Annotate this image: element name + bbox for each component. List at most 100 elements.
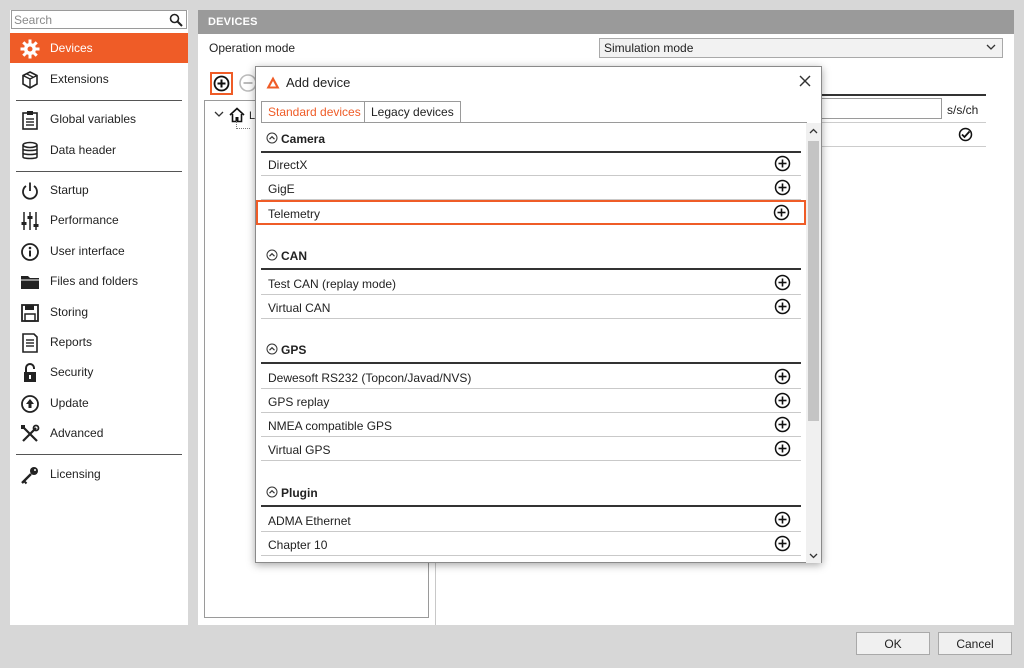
tab-standard-devices[interactable]: Standard devices bbox=[261, 101, 368, 123]
section-header-plugin[interactable]: Plugin bbox=[261, 480, 801, 507]
cube-icon bbox=[22, 71, 38, 89]
search-box[interactable] bbox=[11, 10, 187, 29]
sidebar-item-user-interface[interactable]: User interface bbox=[10, 236, 188, 266]
device-row-gps-replay[interactable]: GPS replay bbox=[261, 389, 801, 413]
add-circle-icon[interactable] bbox=[774, 535, 791, 552]
close-icon[interactable] bbox=[797, 73, 813, 89]
power-icon bbox=[22, 182, 38, 200]
add-circle-icon[interactable] bbox=[774, 298, 791, 315]
sidebar-item-data-header[interactable]: Data header bbox=[10, 135, 188, 165]
sidebar-item-extensions[interactable]: Extensions bbox=[10, 64, 188, 94]
device-row-gige[interactable]: GigE bbox=[261, 176, 801, 200]
sidebar-item-update[interactable]: Update bbox=[10, 388, 188, 418]
add-circle-icon[interactable] bbox=[774, 179, 791, 196]
add-circle-icon[interactable] bbox=[774, 155, 791, 172]
sidebar-divider bbox=[16, 454, 182, 455]
add-circle-icon[interactable] bbox=[774, 274, 791, 291]
tab-legacy-devices[interactable]: Legacy devices bbox=[364, 101, 461, 122]
sidebar-item-files-and-folders[interactable]: Files and folders bbox=[10, 266, 188, 296]
device-label: ADMA Ethernet bbox=[268, 514, 351, 528]
add-circle-icon[interactable] bbox=[774, 511, 791, 528]
add-device-dialog: Add device Standard devices Legacy devic… bbox=[255, 66, 822, 563]
settings-sidebar: Devices Extensions Global variables Data… bbox=[10, 10, 188, 625]
collapse-icon[interactable] bbox=[266, 486, 278, 498]
sidebar-item-label: Licensing bbox=[50, 467, 101, 481]
device-row-dewesoft-rs232[interactable]: Dewesoft RS232 (Topcon/Javad/NVS) bbox=[261, 365, 801, 389]
device-row-adma-ethernet[interactable]: ADMA Ethernet bbox=[261, 508, 801, 532]
sidebar-item-security[interactable]: Security bbox=[10, 357, 188, 387]
sidebar-item-label: Update bbox=[50, 396, 89, 410]
section-divider bbox=[261, 268, 801, 270]
ok-button[interactable]: OK bbox=[856, 632, 930, 655]
sidebar-item-label: Devices bbox=[50, 41, 93, 55]
section-divider bbox=[261, 362, 801, 364]
check-circle-icon[interactable] bbox=[958, 127, 973, 142]
operation-mode-value: Simulation mode bbox=[604, 41, 694, 55]
dialog-title: Add device bbox=[286, 75, 351, 90]
add-circle-icon[interactable] bbox=[773, 204, 790, 221]
device-label: GPS replay bbox=[268, 395, 330, 409]
device-row-chapter-10[interactable]: Chapter 10 bbox=[261, 532, 801, 556]
search-input[interactable] bbox=[14, 12, 164, 27]
device-label: Chapter 10 bbox=[268, 538, 328, 552]
sidebar-item-devices[interactable]: Devices bbox=[10, 33, 188, 63]
operation-mode-select[interactable]: Simulation mode bbox=[599, 38, 1003, 58]
dialog-scrollbar[interactable] bbox=[806, 123, 821, 563]
device-row-virtual-can[interactable]: Virtual CAN bbox=[261, 295, 801, 319]
add-circle-icon[interactable] bbox=[774, 440, 791, 457]
sidebar-divider bbox=[16, 171, 182, 172]
sidebar-item-licensing[interactable]: Licensing bbox=[10, 459, 188, 489]
clipboard-icon bbox=[22, 111, 38, 130]
scrollbar-thumb[interactable] bbox=[808, 141, 819, 421]
chevron-down-icon[interactable] bbox=[809, 551, 818, 560]
upload-icon bbox=[21, 395, 39, 413]
collapse-icon[interactable] bbox=[266, 249, 278, 261]
sidebar-item-reports[interactable]: Reports bbox=[10, 327, 188, 357]
panel-header: DEVICES bbox=[198, 10, 1014, 34]
section-header-camera[interactable]: Camera bbox=[261, 126, 801, 153]
sidebar-item-label: Reports bbox=[50, 335, 93, 349]
document-icon bbox=[22, 333, 38, 353]
device-row-directx[interactable]: DirectX bbox=[261, 152, 801, 176]
key-icon bbox=[21, 467, 38, 485]
sidebar-item-label: Storing bbox=[50, 305, 89, 319]
table-row-divider bbox=[818, 122, 986, 123]
sidebar-item-storing[interactable]: Storing bbox=[10, 297, 188, 327]
sidebar-item-label: Extensions bbox=[50, 72, 109, 86]
sidebar-item-label: Advanced bbox=[50, 426, 104, 440]
section-header-gps[interactable]: GPS bbox=[261, 337, 801, 364]
device-row-telemetry[interactable]: Telemetry bbox=[256, 200, 806, 225]
device-row-virtual-gps[interactable]: Virtual GPS bbox=[261, 437, 801, 461]
device-label: Dewesoft RS232 (Topcon/Javad/NVS) bbox=[268, 371, 472, 385]
sidebar-divider bbox=[16, 100, 182, 101]
sidebar-item-performance[interactable]: Performance bbox=[10, 205, 188, 235]
sample-rate-field[interactable] bbox=[818, 98, 942, 119]
device-label: Virtual GPS bbox=[268, 443, 331, 457]
sidebar-item-startup[interactable]: Startup bbox=[10, 175, 188, 205]
table-header-line bbox=[818, 94, 986, 96]
info-icon bbox=[21, 243, 39, 261]
sidebar-item-label: Global variables bbox=[50, 112, 137, 126]
chevron-down-icon[interactable] bbox=[214, 109, 224, 119]
cancel-button[interactable]: Cancel bbox=[938, 632, 1012, 655]
collapse-icon[interactable] bbox=[266, 132, 278, 144]
sidebar-item-global-variables[interactable]: Global variables bbox=[10, 104, 188, 134]
add-circle-icon[interactable] bbox=[774, 368, 791, 385]
sidebar-item-advanced[interactable]: Advanced bbox=[10, 418, 188, 448]
search-icon[interactable] bbox=[169, 13, 183, 27]
device-row-nmea-gps[interactable]: NMEA compatible GPS bbox=[261, 413, 801, 437]
plus-circle-icon bbox=[213, 75, 230, 92]
add-circle-icon[interactable] bbox=[774, 392, 791, 409]
chevron-up-icon[interactable] bbox=[809, 127, 818, 136]
lock-icon bbox=[24, 363, 36, 382]
collapse-icon[interactable] bbox=[266, 343, 278, 355]
device-row-test-can[interactable]: Test CAN (replay mode) bbox=[261, 271, 801, 295]
device-label: GigE bbox=[268, 182, 295, 196]
section-header-can[interactable]: CAN bbox=[261, 243, 801, 270]
device-label: Virtual CAN bbox=[268, 301, 331, 315]
chevron-down-icon bbox=[986, 44, 996, 50]
add-device-button[interactable] bbox=[210, 72, 233, 95]
add-circle-icon[interactable] bbox=[774, 416, 791, 433]
device-list: Camera DirectX GigE Telemetry CAN Test C… bbox=[256, 123, 808, 563]
sample-rate-unit: s/s/ch bbox=[947, 103, 979, 117]
